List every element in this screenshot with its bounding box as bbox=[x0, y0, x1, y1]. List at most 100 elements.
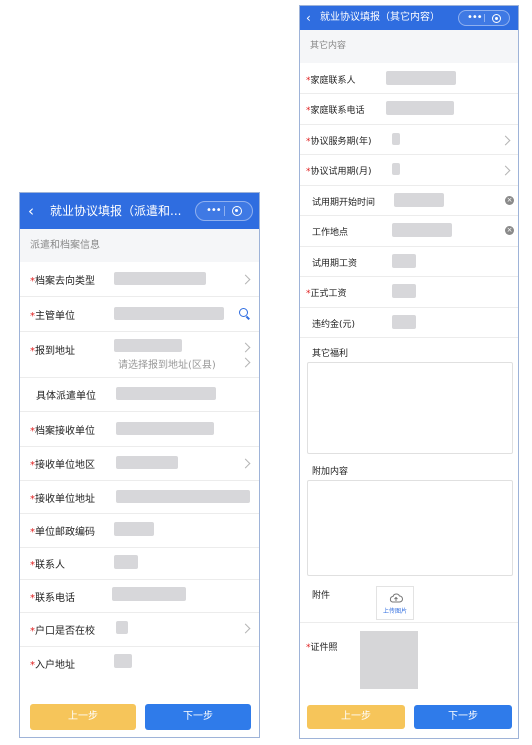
form-row-penalty[interactable]: 违约金(元) bbox=[300, 307, 518, 338]
prev-button[interactable]: 上一步 bbox=[30, 704, 136, 730]
menu-capsule[interactable]: ••• bbox=[195, 201, 253, 221]
form-row-supervisor[interactable]: *主管单位 bbox=[20, 296, 259, 332]
field-label: *协议服务期(年) bbox=[306, 137, 372, 147]
address-placeholder[interactable]: 请选择报到地址(区县) bbox=[118, 356, 216, 371]
field-label: *档案接收单位 bbox=[30, 426, 95, 437]
divider bbox=[300, 622, 518, 623]
chevron-right-icon bbox=[500, 135, 511, 146]
back-icon[interactable]: ‹ bbox=[306, 6, 311, 30]
field-value-redacted[interactable] bbox=[116, 422, 214, 435]
more-dots-icon[interactable]: ••• bbox=[206, 202, 222, 220]
capsule-divider bbox=[484, 14, 485, 22]
field-value-redacted[interactable] bbox=[114, 272, 206, 285]
prev-button[interactable]: 上一步 bbox=[307, 705, 405, 729]
page-title: 就业协议填报（其它内容） bbox=[320, 12, 440, 23]
field-value-redacted[interactable] bbox=[392, 254, 416, 268]
form-row-receiver-region[interactable]: *接收单位地区 bbox=[20, 446, 259, 481]
field-label: 违约金(元) bbox=[312, 320, 356, 330]
field-value-redacted[interactable] bbox=[392, 223, 452, 237]
field-value-redacted[interactable] bbox=[116, 456, 178, 469]
field-label: *单位邮政编码 bbox=[30, 527, 95, 538]
form-row-hukou[interactable]: *户口是否在校 bbox=[20, 612, 259, 647]
field-value-redacted[interactable] bbox=[392, 163, 400, 175]
field-label: *家庭联系人 bbox=[306, 76, 356, 86]
capsule-divider bbox=[224, 206, 225, 216]
field-label: *档案去向类型 bbox=[30, 276, 95, 287]
additional-content-textarea[interactable] bbox=[307, 480, 513, 576]
field-value-redacted[interactable] bbox=[114, 654, 132, 668]
field-label: *联系电话 bbox=[30, 593, 75, 604]
clear-icon[interactable]: × bbox=[505, 226, 514, 235]
field-value-redacted[interactable] bbox=[392, 284, 416, 298]
search-icon[interactable] bbox=[239, 308, 248, 317]
section-header: 其它内容 bbox=[300, 30, 518, 63]
form-row-work-location[interactable]: 工作地点 × bbox=[300, 215, 518, 247]
field-value-redacted[interactable] bbox=[386, 71, 456, 85]
field-label: *接收单位地区 bbox=[30, 460, 95, 471]
left-screen: ‹ 就业协议填报（派遣和... ••• 派遣和档案信息 *档案去向类型 *主管单… bbox=[19, 192, 260, 738]
next-button[interactable]: 下一步 bbox=[145, 704, 251, 730]
menu-capsule[interactable]: ••• bbox=[458, 10, 510, 26]
form-row-report-address[interactable]: *报到地址 请选择报到地址(区县) bbox=[20, 331, 259, 378]
form-row-phone[interactable]: *联系电话 bbox=[20, 579, 259, 613]
next-button[interactable]: 下一步 bbox=[414, 705, 512, 729]
form-row-contact[interactable]: *联系人 bbox=[20, 547, 259, 580]
field-value-redacted[interactable] bbox=[114, 522, 154, 536]
id-photo-placeholder[interactable] bbox=[360, 631, 418, 689]
back-icon[interactable]: ‹ bbox=[28, 193, 34, 229]
page-title: 就业协议填报（派遣和... bbox=[50, 204, 182, 218]
chevron-right-icon bbox=[500, 165, 511, 176]
form-row-service-years[interactable]: *协议服务期(年) bbox=[300, 124, 518, 155]
form-row-probation-salary[interactable]: 试用期工资 bbox=[300, 246, 518, 277]
chevron-right-icon bbox=[240, 357, 251, 368]
field-value-redacted[interactable] bbox=[116, 621, 128, 634]
field-value-redacted[interactable] bbox=[386, 101, 454, 115]
field-label: *家庭联系电话 bbox=[306, 106, 365, 116]
form-row-archive-type[interactable]: *档案去向类型 bbox=[20, 262, 259, 297]
other-benefits-textarea[interactable] bbox=[307, 362, 513, 454]
field-value-redacted[interactable] bbox=[394, 193, 444, 207]
form-row-archive-receiver[interactable]: *档案接收单位 bbox=[20, 411, 259, 447]
form-row-probation-months[interactable]: *协议试用期(月) bbox=[300, 154, 518, 186]
field-value-redacted[interactable] bbox=[116, 387, 216, 400]
field-value-redacted[interactable] bbox=[116, 490, 250, 503]
cloud-upload-icon bbox=[389, 593, 403, 603]
upload-button[interactable]: 上传图片 bbox=[376, 586, 414, 620]
field-label: 其它福利 bbox=[312, 349, 349, 359]
field-value-redacted[interactable] bbox=[114, 339, 182, 352]
chevron-right-icon bbox=[240, 274, 251, 285]
section-header: 派遣和档案信息 bbox=[20, 229, 259, 262]
field-value-redacted[interactable] bbox=[112, 587, 186, 601]
chevron-right-icon bbox=[240, 342, 251, 353]
form-row-household-address[interactable]: *入户地址 bbox=[20, 646, 259, 680]
close-target-icon[interactable] bbox=[232, 206, 242, 216]
form-row-postcode[interactable]: *单位邮政编码 bbox=[20, 513, 259, 548]
field-value-redacted[interactable] bbox=[392, 315, 416, 329]
field-label: 具体派遣单位 bbox=[36, 391, 96, 402]
form-row-probation-start[interactable]: 试用期开始时间 × bbox=[300, 185, 518, 216]
field-value-redacted[interactable] bbox=[392, 133, 400, 145]
title-bar: ‹ 就业协议填报（其它内容） ••• bbox=[300, 6, 518, 30]
field-label: *主管单位 bbox=[30, 311, 75, 322]
form-row-receiver-address[interactable]: *接收单位地址 bbox=[20, 480, 259, 514]
form-row-official-salary[interactable]: *正式工资 bbox=[300, 276, 518, 308]
field-value-redacted[interactable] bbox=[114, 555, 138, 569]
field-value-redacted[interactable] bbox=[114, 307, 224, 320]
field-label: *协议试用期(月) bbox=[306, 167, 372, 177]
field-label: *接收单位地址 bbox=[30, 494, 95, 505]
form-row-family-contact[interactable]: *家庭联系人 bbox=[300, 63, 518, 94]
clear-icon[interactable]: × bbox=[505, 196, 514, 205]
form-row-family-phone[interactable]: *家庭联系电话 bbox=[300, 93, 518, 125]
field-label: *户口是否在校 bbox=[30, 626, 95, 637]
form-row-dispatch-unit[interactable]: 具体派遣单位 bbox=[20, 377, 259, 412]
field-label: *入户地址 bbox=[30, 660, 75, 671]
more-dots-icon[interactable]: ••• bbox=[467, 11, 483, 25]
close-target-icon[interactable] bbox=[492, 14, 501, 23]
field-label: 试用期开始时间 bbox=[312, 198, 376, 208]
field-label: 附件 bbox=[312, 591, 331, 601]
field-label: 工作地点 bbox=[312, 228, 349, 238]
field-label: *正式工资 bbox=[306, 289, 347, 299]
field-label: *联系人 bbox=[30, 560, 65, 571]
title-bar: ‹ 就业协议填报（派遣和... ••• bbox=[20, 193, 259, 229]
chevron-right-icon bbox=[240, 623, 251, 634]
